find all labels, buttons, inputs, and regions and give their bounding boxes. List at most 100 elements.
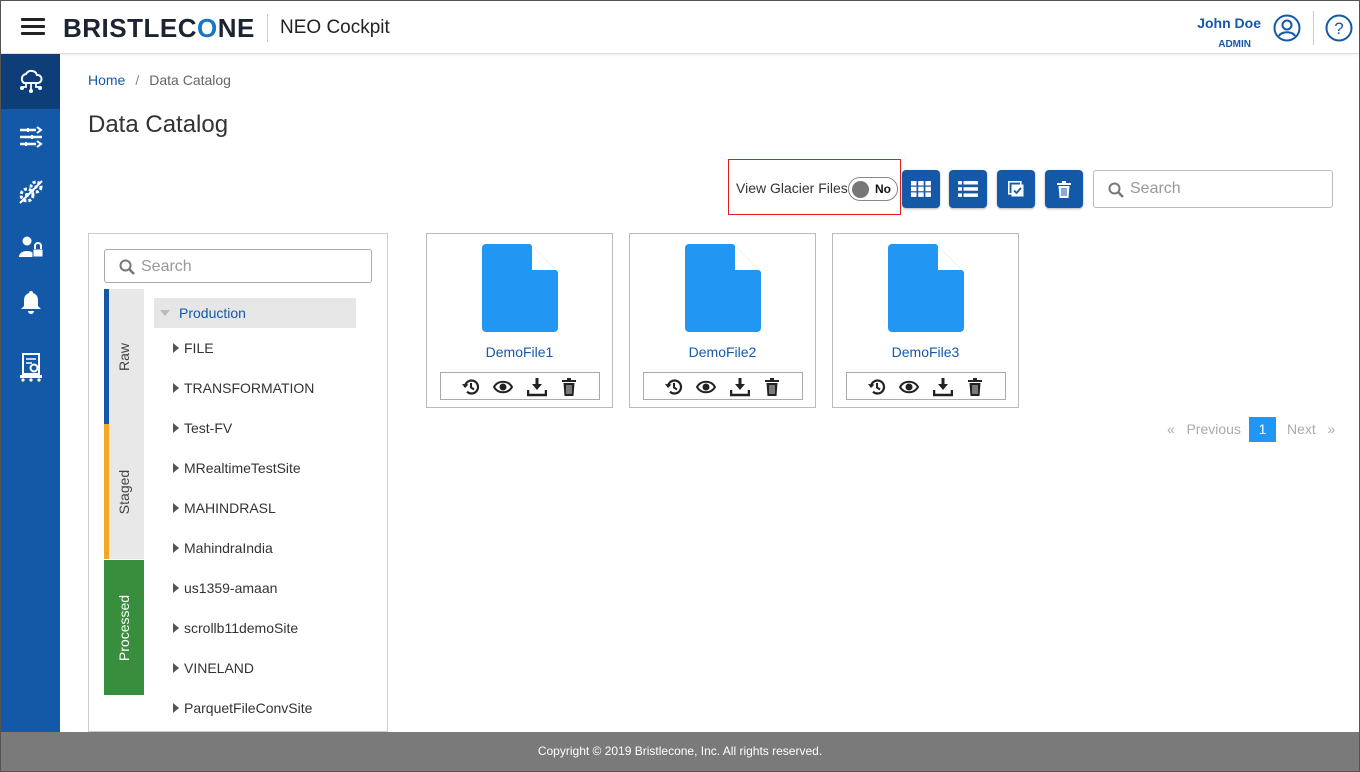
- history-icon[interactable]: [664, 377, 684, 397]
- sidebar-item-users[interactable]: [1, 219, 60, 274]
- trash-icon[interactable]: [559, 377, 579, 397]
- file-document-icon[interactable]: [685, 244, 761, 332]
- pagination-next[interactable]: Next »: [1287, 421, 1335, 437]
- cloud-network-icon: [19, 69, 42, 93]
- tree-item-label: scrollb11demoSite: [184, 620, 299, 636]
- sidebar-item-pipelines[interactable]: [1, 109, 60, 164]
- tree-item[interactable]: VINELAND: [173, 660, 254, 682]
- file-actions: [643, 372, 803, 400]
- stage-label: Raw: [116, 342, 132, 371]
- stage-color-bar: [104, 289, 109, 424]
- stage-label: Staged: [116, 469, 132, 514]
- view-icon[interactable]: [696, 377, 716, 397]
- user-name[interactable]: John Doe: [1197, 15, 1261, 31]
- file-name-link[interactable]: DemoFile3: [833, 344, 1018, 360]
- tree-item[interactable]: MahindraIndia: [173, 540, 273, 562]
- view-icon[interactable]: [899, 377, 919, 397]
- stage-tab-raw[interactable]: Raw: [104, 289, 144, 424]
- caret-right-icon: [173, 703, 179, 713]
- download-icon[interactable]: [527, 377, 547, 397]
- tree-item-label: ParquetFileConvSite: [184, 700, 313, 716]
- brand-logo: BRISTLECONE: [63, 13, 255, 43]
- svg-text:?: ?: [1334, 19, 1343, 38]
- trash-icon[interactable]: [965, 377, 985, 397]
- glacier-files-toggle[interactable]: No: [848, 177, 898, 201]
- view-icon[interactable]: [493, 377, 513, 397]
- download-icon[interactable]: [933, 377, 953, 397]
- help-icon[interactable]: ?: [1325, 14, 1353, 42]
- grid-view-button[interactable]: [902, 170, 940, 208]
- caret-right-icon: [173, 503, 179, 513]
- breadcrumb-current: Data Catalog: [149, 72, 231, 88]
- gears-icon: [18, 179, 43, 204]
- list-view-button[interactable]: [949, 170, 987, 208]
- catalog-search-box: [1093, 170, 1333, 208]
- caret-right-icon: [173, 543, 179, 553]
- tree-item-label: MRealtimeTestSite: [184, 460, 301, 476]
- tree-item-label: FILE: [184, 340, 214, 356]
- toggle-knob: [852, 181, 869, 198]
- tree-item[interactable]: TRANSFORMATION: [173, 380, 314, 402]
- select-all-button[interactable]: [997, 170, 1035, 208]
- sidebar-item-alerts[interactable]: [1, 274, 60, 329]
- tree-item[interactable]: us1359-amaan: [173, 580, 277, 602]
- pagination-previous[interactable]: « Previous: [1167, 421, 1241, 437]
- tree-search-box: [104, 249, 372, 283]
- stage-color-bar: [104, 424, 109, 559]
- stage-label: Processed: [116, 594, 132, 661]
- tree-root-label: Production: [179, 305, 246, 321]
- file-actions: [846, 372, 1006, 400]
- tree-item[interactable]: MAHINDRASL: [173, 500, 276, 522]
- stage-tab-staged[interactable]: Staged: [104, 424, 144, 559]
- hamburger-menu-icon[interactable]: [21, 18, 45, 36]
- caret-right-icon: [173, 583, 179, 593]
- search-icon: [119, 259, 135, 275]
- folder-tree-panel: Raw Staged Processed Production FILE TRA…: [88, 233, 388, 732]
- history-icon[interactable]: [867, 377, 887, 397]
- user-profile-icon[interactable]: [1273, 14, 1301, 42]
- header-divider-right: [1313, 11, 1314, 45]
- page-title: Data Catalog: [88, 111, 229, 138]
- select-all-icon: [1008, 181, 1024, 197]
- caret-down-icon: [160, 310, 170, 316]
- user-lock-icon: [18, 236, 43, 257]
- footer-copyright: Copyright © 2019 Bristlecone, Inc. All r…: [1, 732, 1359, 771]
- file-card: DemoFile3: [832, 233, 1019, 408]
- pagination-page-1[interactable]: 1: [1249, 417, 1276, 442]
- search-icon: [1108, 182, 1124, 198]
- delete-icon: [1057, 180, 1071, 198]
- tree-item[interactable]: scrollb11demoSite: [173, 620, 298, 642]
- breadcrumb-separator: /: [135, 72, 140, 88]
- delete-selected-button[interactable]: [1045, 170, 1083, 208]
- toggle-state-label: No: [875, 182, 891, 196]
- trash-icon[interactable]: [762, 377, 782, 397]
- tree-item[interactable]: MRealtimeTestSite: [173, 460, 301, 482]
- stage-tab-processed[interactable]: Processed: [104, 560, 144, 695]
- caret-right-icon: [173, 343, 179, 353]
- tree-item-label: MahindraIndia: [184, 540, 273, 556]
- history-icon[interactable]: [461, 377, 481, 397]
- tree-item[interactable]: FILE: [173, 340, 214, 362]
- file-name-link[interactable]: DemoFile1: [427, 344, 612, 360]
- tree-item-label: us1359-amaan: [184, 580, 278, 596]
- sidebar-item-settings[interactable]: [1, 164, 60, 219]
- sidebar-item-data[interactable]: [1, 54, 60, 109]
- file-card: DemoFile1: [426, 233, 613, 408]
- tree-item[interactable]: Test-FV: [173, 420, 232, 442]
- app-title: NEO Cockpit: [280, 17, 390, 38]
- tree-item[interactable]: ParquetFileConvSite: [173, 700, 312, 722]
- sidebar-item-reports[interactable]: [1, 339, 60, 394]
- file-document-icon[interactable]: [482, 244, 558, 332]
- file-card: DemoFile2: [629, 233, 816, 408]
- tree-item-label: VINELAND: [184, 660, 255, 676]
- list-view-icon: [958, 181, 978, 197]
- catalog-search-input[interactable]: [1130, 179, 1320, 199]
- tree-root-production[interactable]: Production: [154, 298, 356, 328]
- caret-right-icon: [173, 383, 179, 393]
- download-icon[interactable]: [730, 377, 750, 397]
- tree-search-input[interactable]: [141, 257, 361, 277]
- breadcrumb-home-link[interactable]: Home: [88, 72, 125, 88]
- file-document-icon[interactable]: [888, 244, 964, 332]
- sidebar-nav: [1, 54, 60, 732]
- file-name-link[interactable]: DemoFile2: [630, 344, 815, 360]
